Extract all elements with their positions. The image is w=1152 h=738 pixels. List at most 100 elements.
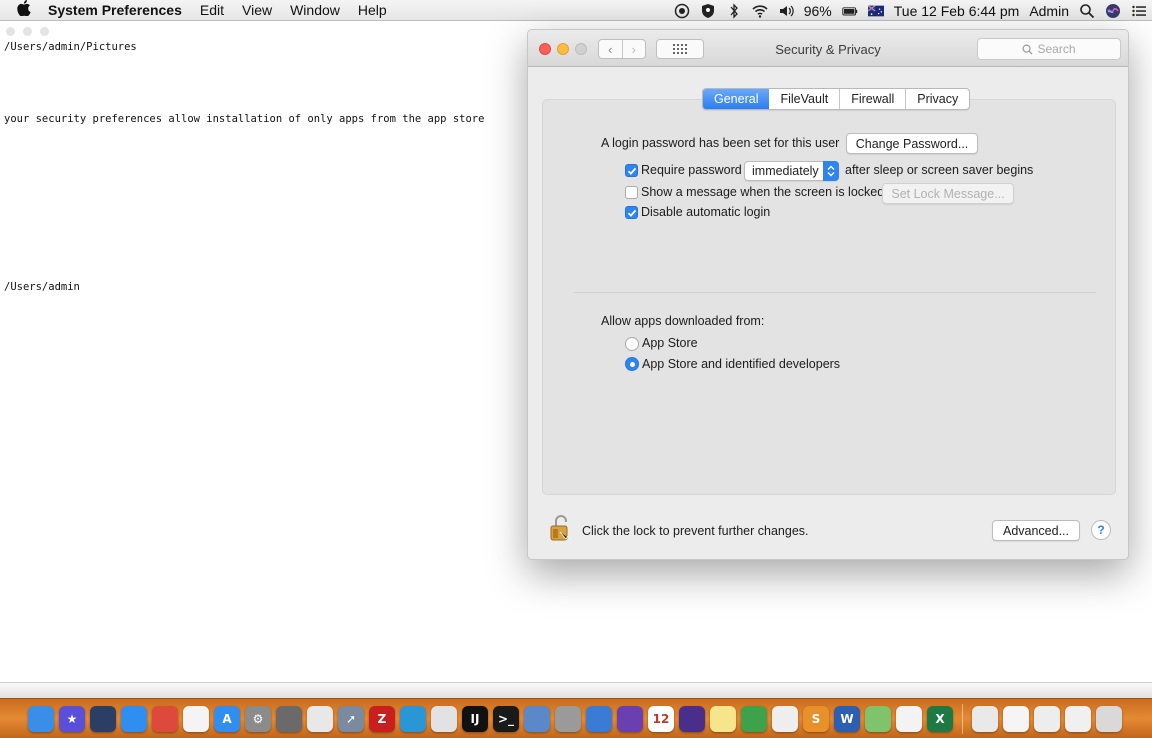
- require-password-checkbox[interactable]: [625, 164, 638, 177]
- filezilla-stack-icon[interactable]: [1034, 705, 1060, 732]
- eclipse-icon[interactable]: [679, 705, 705, 732]
- require-password-delay-select[interactable]: immediately: [744, 161, 839, 181]
- change-password-button[interactable]: Change Password...: [846, 133, 978, 154]
- app-store-icon[interactable]: A: [214, 705, 240, 732]
- tab-filevault[interactable]: FileVault: [769, 89, 839, 109]
- help-menu[interactable]: Help: [349, 2, 396, 18]
- search-field[interactable]: Search: [977, 38, 1121, 60]
- edit-menu[interactable]: Edit: [191, 2, 233, 18]
- trash-icon[interactable]: [1096, 705, 1122, 732]
- security-privacy-window: ‹ › Security & Privacy Search General Fi…: [527, 29, 1129, 560]
- general-panel: [542, 99, 1116, 495]
- dock-separator: [962, 703, 963, 734]
- allow-apps-heading: Allow apps downloaded from:: [601, 314, 765, 328]
- identified-developers-radio[interactable]: [625, 357, 639, 371]
- record-icon[interactable]: [674, 3, 690, 19]
- help-button[interactable]: ?: [1091, 520, 1111, 540]
- shield-icon[interactable]: [700, 3, 716, 19]
- window-menu[interactable]: Window: [281, 2, 349, 18]
- checkmark-icon: [627, 209, 636, 217]
- wifi-icon[interactable]: [752, 3, 768, 19]
- app-store-label: App Store: [642, 336, 698, 350]
- tab-privacy[interactable]: Privacy: [905, 89, 969, 109]
- launchpad-icon[interactable]: ➚: [338, 705, 364, 732]
- menu-bar: System Preferences Edit View Window Help…: [0, 0, 1152, 21]
- close-button[interactable]: [6, 26, 15, 36]
- sublime-icon[interactable]: S: [803, 705, 829, 732]
- photos-icon[interactable]: [896, 705, 922, 732]
- login-password-text: A login password has been set for this u…: [601, 136, 840, 150]
- xcode-icon[interactable]: [586, 705, 612, 732]
- lock-text: Click the lock to prevent further change…: [582, 524, 809, 538]
- excel-icon[interactable]: X: [927, 705, 953, 732]
- updown-arrows-icon: [823, 161, 839, 181]
- battery-percent[interactable]: 96%: [804, 3, 832, 19]
- app-store-radio[interactable]: [625, 337, 639, 351]
- checkmark-icon: [627, 167, 636, 175]
- word-icon[interactable]: W: [834, 705, 860, 732]
- identified-developers-label: App Store and identified developers: [642, 357, 841, 371]
- automator-icon[interactable]: [555, 705, 581, 732]
- disable-auto-login-label: Disable automatic login: [641, 205, 771, 219]
- chrome-icon[interactable]: [152, 705, 178, 732]
- maps-icon[interactable]: [865, 705, 891, 732]
- status-area: 96% Tue 12 Feb 6:44 pm Admin: [669, 0, 1152, 21]
- terminal-titlebar: [0, 22, 530, 40]
- battery-icon[interactable]: [842, 3, 858, 19]
- app-menu[interactable]: System Preferences: [48, 2, 191, 18]
- script-editor-icon[interactable]: [772, 705, 798, 732]
- spotlight-search-icon[interactable]: [1079, 3, 1095, 19]
- folder-stack-icon[interactable]: [1065, 705, 1091, 732]
- notification-center-icon[interactable]: [1131, 3, 1147, 19]
- advanced-button[interactable]: Advanced...: [992, 520, 1080, 541]
- textedit-icon[interactable]: [183, 705, 209, 732]
- show-message-checkbox[interactable]: [625, 186, 638, 199]
- tab-general[interactable]: General: [703, 89, 770, 109]
- set-lock-message-button[interactable]: Set Lock Message...: [882, 183, 1014, 204]
- intellij-icon[interactable]: IJ: [462, 705, 488, 732]
- safari-icon[interactable]: [121, 705, 147, 732]
- after-sleep-text: after sleep or screen saver begins: [845, 163, 1034, 177]
- filezilla-icon[interactable]: Z: [369, 705, 395, 732]
- android-studio-icon[interactable]: [741, 705, 767, 732]
- downloads-stack-icon[interactable]: [972, 705, 998, 732]
- siri-icon[interactable]: [1105, 3, 1121, 19]
- quicktime-icon[interactable]: [90, 705, 116, 732]
- sequel-pro-icon[interactable]: [307, 705, 333, 732]
- tab-bar: General FileVault Firewall Privacy: [702, 88, 971, 110]
- system-preferences-icon[interactable]: ⚙: [245, 705, 271, 732]
- view-menu[interactable]: View: [233, 2, 281, 18]
- docker-icon[interactable]: [400, 705, 426, 732]
- require-password-delay-value: immediately: [752, 164, 819, 178]
- dock-shelf: [0, 682, 1152, 698]
- lock-icon[interactable]: [548, 512, 572, 542]
- search-icon: [1022, 44, 1034, 55]
- notes-icon[interactable]: [431, 705, 457, 732]
- disk-utility-icon[interactable]: [276, 705, 302, 732]
- apple-menu-icon[interactable]: [0, 0, 48, 20]
- visual-studio-icon[interactable]: [617, 705, 643, 732]
- documents-stack-icon[interactable]: [1003, 705, 1029, 732]
- section-divider: [574, 292, 1096, 293]
- calendar-icon[interactable]: 12: [648, 705, 674, 732]
- zoom-button[interactable]: [40, 26, 49, 36]
- volume-icon[interactable]: [778, 3, 794, 19]
- terminal-icon[interactable]: >_: [493, 705, 519, 732]
- user-menu[interactable]: Admin: [1029, 3, 1069, 19]
- radio-dot: [629, 361, 635, 367]
- window-titlebar: ‹ › Security & Privacy Search: [528, 30, 1128, 67]
- terminal-line: your security preferences allow installa…: [4, 113, 485, 125]
- minimize-button[interactable]: [23, 26, 32, 36]
- clock[interactable]: Tue 12 Feb 6:44 pm: [894, 3, 1020, 19]
- finder-icon[interactable]: [28, 705, 54, 732]
- tab-firewall[interactable]: Firewall: [839, 89, 905, 109]
- preview-icon[interactable]: [524, 705, 550, 732]
- require-password-label: Require password: [641, 163, 742, 177]
- terminal-window[interactable]: /Users/admin/Pictures your security pref…: [0, 22, 530, 682]
- input-source-flag-icon[interactable]: [867, 3, 884, 19]
- bluetooth-icon[interactable]: [726, 2, 742, 19]
- stickies-icon[interactable]: [710, 705, 736, 732]
- show-message-label: Show a message when the screen is locked: [641, 185, 885, 199]
- disable-auto-login-checkbox[interactable]: [625, 206, 638, 219]
- imovie-icon[interactable]: ★: [59, 705, 85, 732]
